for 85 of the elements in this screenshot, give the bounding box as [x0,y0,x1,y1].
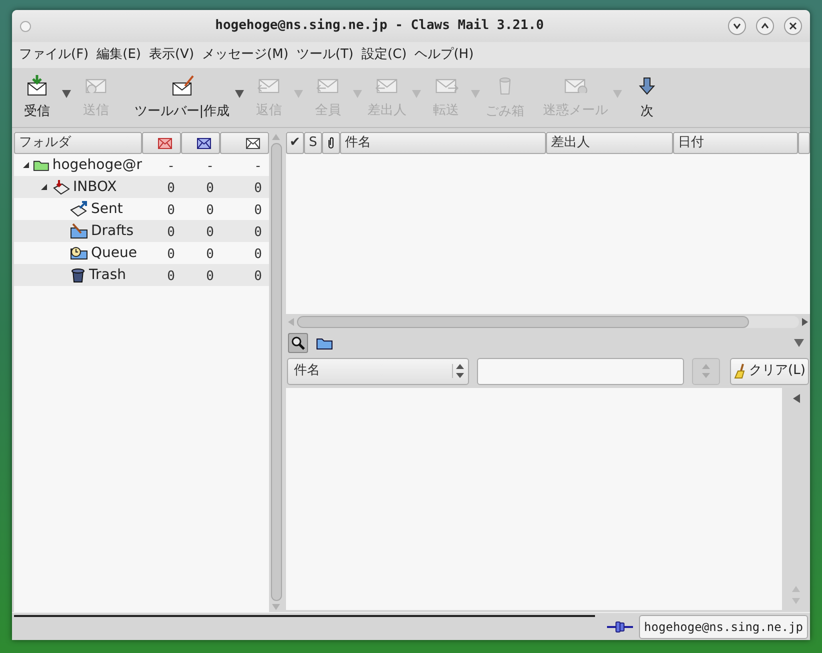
outbox-icon [70,201,88,217]
envelope-icon [316,78,340,94]
search-field[interactable] [477,358,684,384]
count-text: - [254,159,262,174]
column-header[interactable]: S [304,132,322,154]
folder-name: INBOX [73,178,117,196]
account-status: hogehoge@ns.sing.ne.jp [639,614,808,638]
menu-item[interactable]: 編集(E) [92,45,145,65]
envelope-icon [84,78,108,94]
column-header[interactable] [220,132,269,154]
close-icon[interactable] [789,22,797,30]
menu-item[interactable]: ファイル(F) [15,45,93,65]
up-down-arrows-icon[interactable] [456,364,464,378]
caret-icon[interactable] [62,90,71,98]
maximize-icon[interactable] [761,22,769,30]
menu-item[interactable]: ツール(T) [292,45,358,65]
column-header[interactable]: フォルダ [14,132,142,154]
folder-icon[interactable] [316,336,333,350]
count-text: 0 [206,225,214,240]
envelope-icon [158,138,172,148]
count-text: 0 [167,247,175,262]
count-text: 0 [254,203,262,218]
caret-icon[interactable] [794,339,804,347]
envelope-icon [563,78,588,94]
folder-name: Drafts [91,222,134,240]
toolbar-button[interactable]: 次 [625,68,669,127]
count-text: 0 [206,247,214,262]
folder-name: hogehoge@r [52,156,142,174]
minimize-icon[interactable] [733,22,741,30]
column-header[interactable] [322,132,340,154]
column-header[interactable]: ✔ [286,132,304,154]
horizontal-scrollbar[interactable] [286,314,810,330]
folder-name: Trash [89,266,126,284]
plug-icon [607,620,634,632]
maximize-button[interactable] [756,17,774,35]
right-arrow-icon[interactable] [802,318,808,326]
count-text: 0 [167,203,175,218]
column-header[interactable]: 差出人 [546,132,673,154]
count-text: - [206,159,214,174]
count-text: 0 [254,225,262,240]
paperclip-icon [328,137,334,149]
clear-button[interactable]: クリア(L) [730,358,810,384]
column-header[interactable]: 件名 [340,132,546,154]
envelope-icon [246,138,260,148]
count-text: 0 [254,269,262,284]
envelope-icon [256,78,282,94]
count-text: 0 [206,181,214,196]
count-text: 0 [254,181,262,196]
trash-can-icon [70,267,86,283]
folder-pencil-icon [70,223,88,239]
collapse-arrow-icon[interactable] [40,183,48,191]
folder-row[interactable]: Trash 0 0 0 [14,264,269,286]
minimize-button[interactable] [728,17,746,35]
search-type-dropdown[interactable]: 件名 [287,358,469,384]
toolbar-button[interactable]: ツールバー|作成 [132,68,232,127]
folder-icon [33,158,50,172]
count-text: 0 [167,225,175,240]
collapse-arrow-icon[interactable] [22,161,30,169]
envelope-icon [197,138,211,148]
count-text: 0 [167,269,175,284]
inbox-icon [52,179,70,195]
close-button[interactable] [784,17,802,35]
count-text: 0 [206,269,214,284]
count-text: 0 [254,247,262,262]
count-text: 0 [167,181,175,196]
folder-row[interactable]: INBOX 0 0 0 [14,176,269,198]
envelope-icon [374,78,400,94]
folder-name: Sent [91,200,123,218]
folder-row[interactable]: Drafts 0 0 0 [14,220,269,242]
left-arrow-icon[interactable] [792,394,800,403]
count-text: 0 [206,203,214,218]
column-header[interactable] [181,132,220,154]
menu-item[interactable]: メッセージ(M) [198,45,292,65]
search-toggle-button[interactable] [288,333,308,353]
envelope-icon [434,78,458,94]
menu-item[interactable]: 設定(C) [358,45,411,65]
folder-clock-icon [70,245,88,261]
menu-item[interactable]: 表示(V) [144,45,198,65]
column-header[interactable]: 日付 [673,132,798,154]
caret-icon[interactable] [235,90,244,98]
count-text: - [167,159,175,174]
window-title: hogehoge@ns.sing.ne.jp - Claws Mail 3.21.0 [215,17,544,36]
folder-name: Queue [91,244,137,262]
menu-item[interactable]: ヘルプ(H) [410,45,478,65]
toolbar-button[interactable]: 受信 [15,68,59,127]
